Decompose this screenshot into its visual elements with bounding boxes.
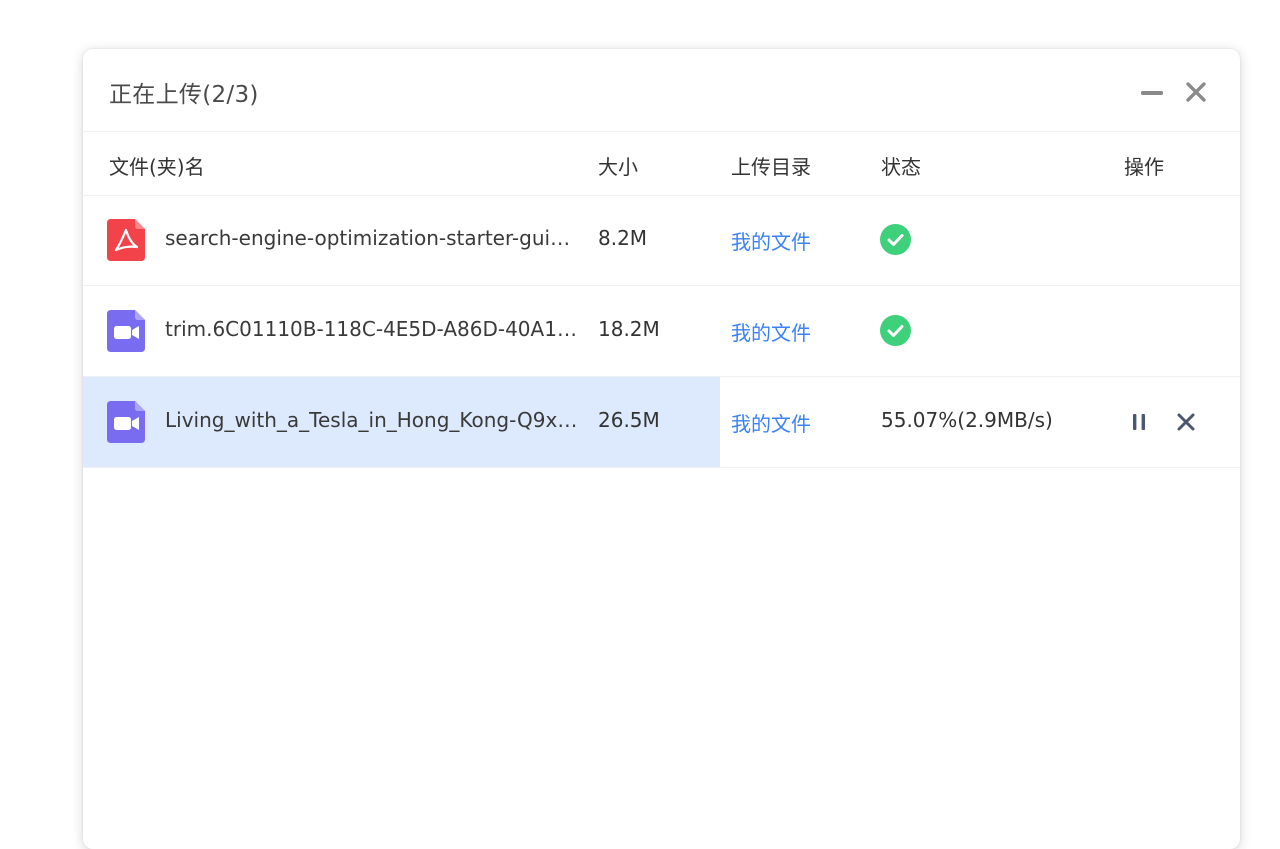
upload-dialog: 正在上传(2/3) 文件(夹)名 大小 上传目录 状态 操作 search-en… xyxy=(83,49,1240,849)
video-file-icon xyxy=(107,310,145,352)
file-name: Living_with_a_Tesla_in_Hong_Kong-Q9x7.mp… xyxy=(165,408,581,432)
cancel-icon xyxy=(1177,413,1195,431)
column-header-actions: 操作 xyxy=(1124,155,1164,179)
check-circle-icon xyxy=(880,315,911,346)
pdf-file-icon xyxy=(107,219,145,261)
minimize-button[interactable] xyxy=(1137,77,1167,107)
file-name: trim.6C01110B-118C-4E5D-A86D-40A1F2C3D4E… xyxy=(165,317,581,341)
upload-directory-link[interactable]: 我的文件 xyxy=(731,408,811,437)
video-file-icon xyxy=(107,401,145,443)
upload-directory-link[interactable]: 我的文件 xyxy=(731,317,811,346)
minus-icon xyxy=(1141,91,1163,95)
check-circle-icon xyxy=(880,224,911,255)
table-row[interactable]: trim.6C01110B-118C-4E5D-A86D-40A1F2C3D4E… xyxy=(83,286,1240,377)
file-name: search-engine-optimization-starter-guide… xyxy=(165,226,581,250)
column-header-name: 文件(夹)名 xyxy=(109,155,205,179)
table-header: 文件(夹)名 大小 上传目录 状态 操作 xyxy=(83,131,1240,196)
file-size: 18.2M xyxy=(598,317,660,341)
column-header-size: 大小 xyxy=(598,155,638,179)
cancel-upload-button[interactable] xyxy=(1174,410,1198,434)
file-size: 26.5M xyxy=(598,408,660,432)
column-header-status: 状态 xyxy=(881,155,921,179)
table-row[interactable]: Living_with_a_Tesla_in_Hong_Kong-Q9x7.mp… xyxy=(83,377,1240,468)
dialog-title: 正在上传(2/3) xyxy=(109,82,259,108)
pause-button[interactable] xyxy=(1127,410,1151,434)
upload-progress-text: 55.07%(2.9MB/s) xyxy=(881,408,1053,432)
close-icon xyxy=(1186,82,1206,102)
upload-directory-link[interactable]: 我的文件 xyxy=(731,226,811,255)
column-header-directory: 上传目录 xyxy=(731,155,811,179)
close-button[interactable] xyxy=(1181,77,1211,107)
pause-icon xyxy=(1133,414,1145,430)
file-size: 8.2M xyxy=(598,226,648,250)
table-row[interactable]: search-engine-optimization-starter-guide… xyxy=(83,195,1240,286)
dialog-titlebar: 正在上传(2/3) xyxy=(83,49,1240,132)
